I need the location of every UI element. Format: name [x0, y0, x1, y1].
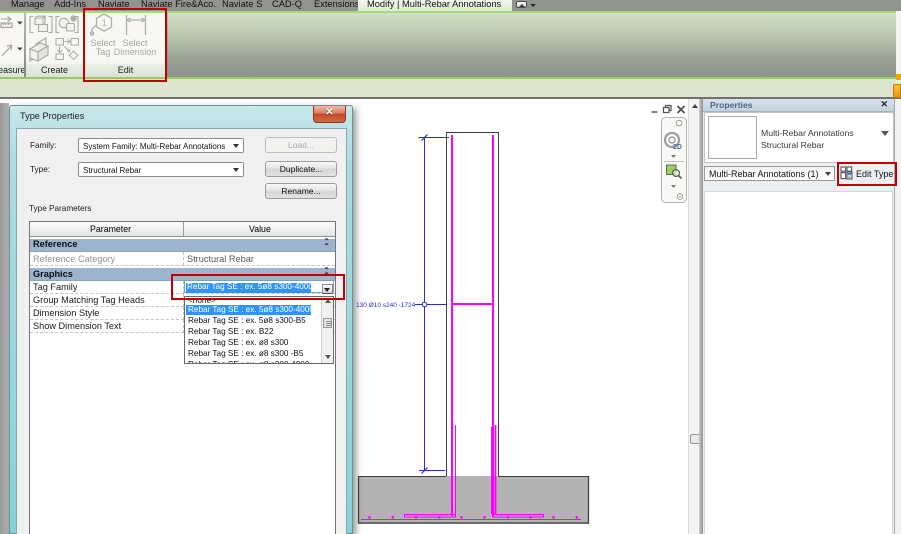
svg-text:2D: 2D [673, 144, 682, 151]
svg-text:130 Ø10 s240 -1724: 130 Ø10 s240 -1724 [356, 302, 416, 309]
